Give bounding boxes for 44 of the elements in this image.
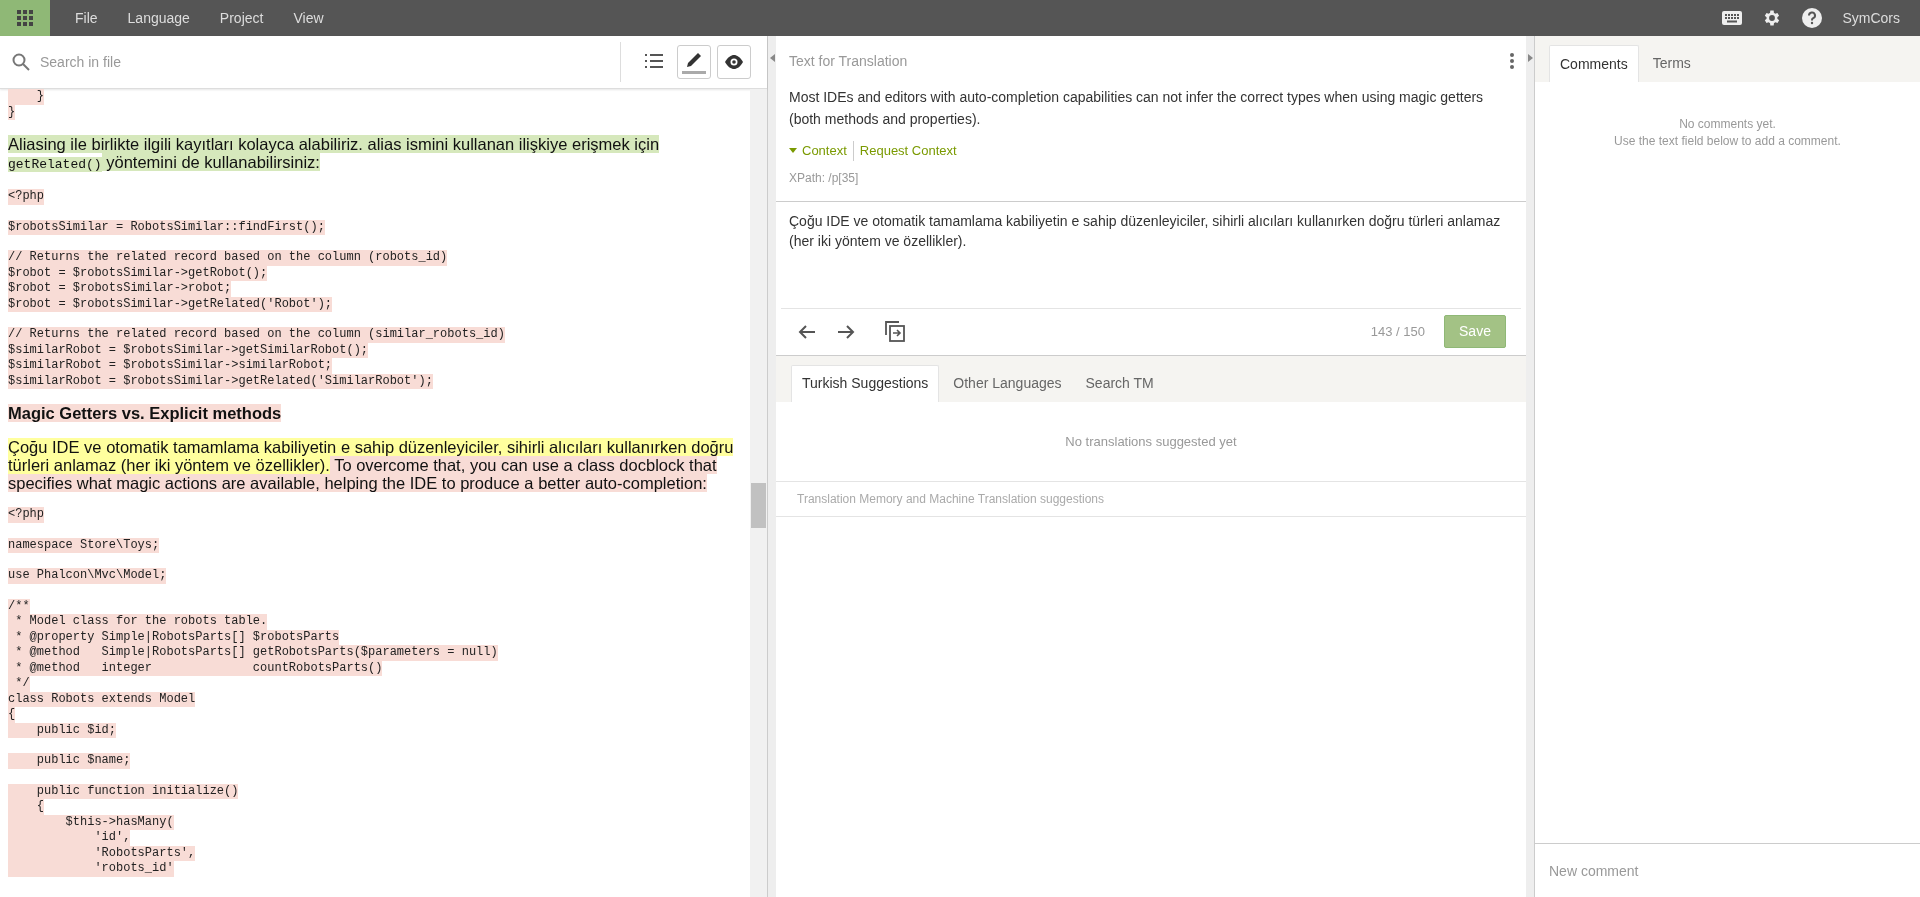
more-icon[interactable] xyxy=(1510,53,1514,69)
empty-message: No comments yet. xyxy=(1679,116,1776,133)
translation-field[interactable]: Çoğu IDE ve otomatik tamamlama kabiliyetin e sahip düzenleyiciler, sihirli alıcıları kullanırken doğru türleri anlamaz (her iki yöntem ve özellikler). xyxy=(776,201,1526,308)
paragraph: Çoğu IDE ve otomatik tamamlama kabiliyetin e sahip düzenleyiciler, sihirli alıcıları kullanırken doğru türleri anlamaz (her iki yöntem ve özellikler). To overcome that, you can use a class docblock that specifies what magic actions are available, helping the IDE to produce a better auto-completion: xyxy=(8,438,735,492)
collapse-left-icon[interactable] xyxy=(769,54,775,62)
keyboard-icon[interactable] xyxy=(1722,11,1743,25)
panel-title: Text for Translation xyxy=(789,51,908,71)
grid-icon xyxy=(17,10,33,26)
menu-item[interactable]: File xyxy=(75,7,98,29)
arrow-left-icon[interactable] xyxy=(798,323,816,340)
tab[interactable]: Search TM xyxy=(1075,364,1164,402)
menu-item[interactable]: Language xyxy=(127,7,190,29)
copy-icon[interactable] xyxy=(885,321,905,342)
search-field[interactable]: Search in file xyxy=(40,51,620,73)
pencil-icon xyxy=(684,50,704,70)
tab[interactable]: Comments xyxy=(1549,45,1639,82)
toolbar-button[interactable] xyxy=(677,45,711,79)
suggestions-caption: Translation Memory and Machine Translation suggestions xyxy=(776,482,1526,517)
tab[interactable]: Terms xyxy=(1642,45,1701,82)
xpath-text: XPath: /p[35] xyxy=(789,169,860,187)
search-icon xyxy=(12,53,30,71)
empty-message: Use the text field below to add a comment. xyxy=(1614,133,1841,150)
caret-icon xyxy=(789,148,797,154)
comment-field[interactable]: New comment xyxy=(1535,843,1920,897)
menu-item[interactable]: Project xyxy=(219,7,264,29)
arrow-right-icon[interactable] xyxy=(837,323,855,340)
tab[interactable]: Other Languages xyxy=(943,364,1072,402)
toolbar-button[interactable] xyxy=(717,45,751,79)
eye-icon xyxy=(724,52,744,72)
user-name[interactable]: SymCors xyxy=(1842,7,1900,29)
source-text: Most IDEs and editors with auto-completion capabilities can not infer the correct types when using magic getters (both methods and properties). xyxy=(789,88,1485,129)
tab[interactable]: Turkish Suggestions xyxy=(791,364,940,402)
help-icon[interactable] xyxy=(1802,8,1823,28)
section-heading: Magic Getters vs. Explicit methods xyxy=(8,404,283,423)
apps-button[interactable] xyxy=(0,0,50,36)
scrollbar-thumb[interactable] xyxy=(751,483,766,528)
collapse-right-icon[interactable] xyxy=(1527,54,1533,62)
context-toggle[interactable]: Context xyxy=(789,141,847,161)
character-counter: 143 / 150 xyxy=(1370,322,1425,341)
menu-item[interactable]: View xyxy=(293,7,324,29)
paragraph: Aliasing ile birlikte ilgili kayıtları kolayca alabiliriz. alias ismini kullanan ilişkiye erişmek için getRelated() yöntemini de kullanabilirsiniz: xyxy=(8,135,661,174)
request-context-link[interactable]: Request Context xyxy=(852,141,957,161)
scrollbar[interactable] xyxy=(750,89,767,897)
empty-message: No translations suggested yet xyxy=(776,401,1526,482)
